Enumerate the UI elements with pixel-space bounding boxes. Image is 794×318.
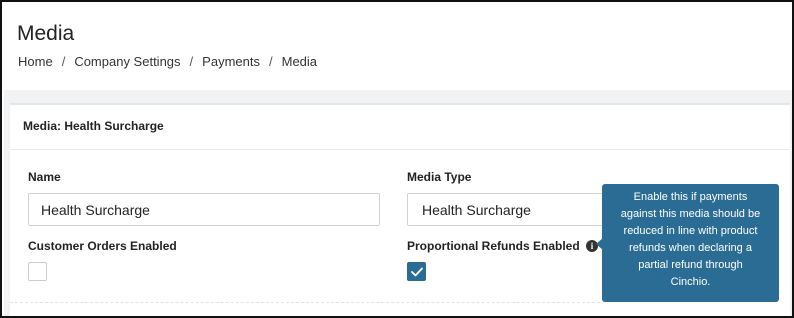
breadcrumb-company-settings[interactable]: Company Settings <box>74 54 180 69</box>
customer-orders-checkbox[interactable] <box>28 262 47 281</box>
name-input[interactable] <box>28 193 380 226</box>
tooltip-line: partial refund through <box>638 259 743 271</box>
check-icon <box>411 267 423 277</box>
name-label: Name <box>28 170 61 184</box>
section-divider <box>10 302 600 303</box>
media-type-select[interactable]: Health Surcharge <box>407 193 612 226</box>
tooltip-line: against this media should be <box>620 208 761 220</box>
customer-orders-label: Customer Orders Enabled <box>28 239 177 253</box>
breadcrumb-separator: / <box>61 54 66 69</box>
media-type-label: Media Type <box>407 170 472 184</box>
breadcrumb-home[interactable]: Home <box>18 54 53 69</box>
card-header: Media: Health Surcharge <box>10 105 790 150</box>
card-title: Media: Health Surcharge <box>23 119 164 133</box>
proportional-refunds-label: Proportional Refunds Enabled <box>407 239 580 253</box>
page-title: Media <box>17 22 75 45</box>
breadcrumb-payments[interactable]: Payments <box>202 54 260 69</box>
breadcrumb-separator: / <box>189 54 194 69</box>
breadcrumb-separator: / <box>268 54 273 69</box>
proportional-refunds-checkbox[interactable] <box>407 262 426 281</box>
tooltip-line: Cinchio. <box>670 276 711 288</box>
info-tooltip: Enable this if payments against this med… <box>602 184 779 302</box>
media-type-value: Health Surcharge <box>422 201 531 218</box>
tooltip-line: reduced in line with product <box>623 225 758 237</box>
breadcrumb-media: Media <box>281 54 318 69</box>
breadcrumb: Home / Company Settings / Payments / Med… <box>18 54 317 69</box>
tooltip-line: Enable this if payments <box>633 191 748 203</box>
tooltip-line: refunds when declaring a <box>629 242 752 254</box>
